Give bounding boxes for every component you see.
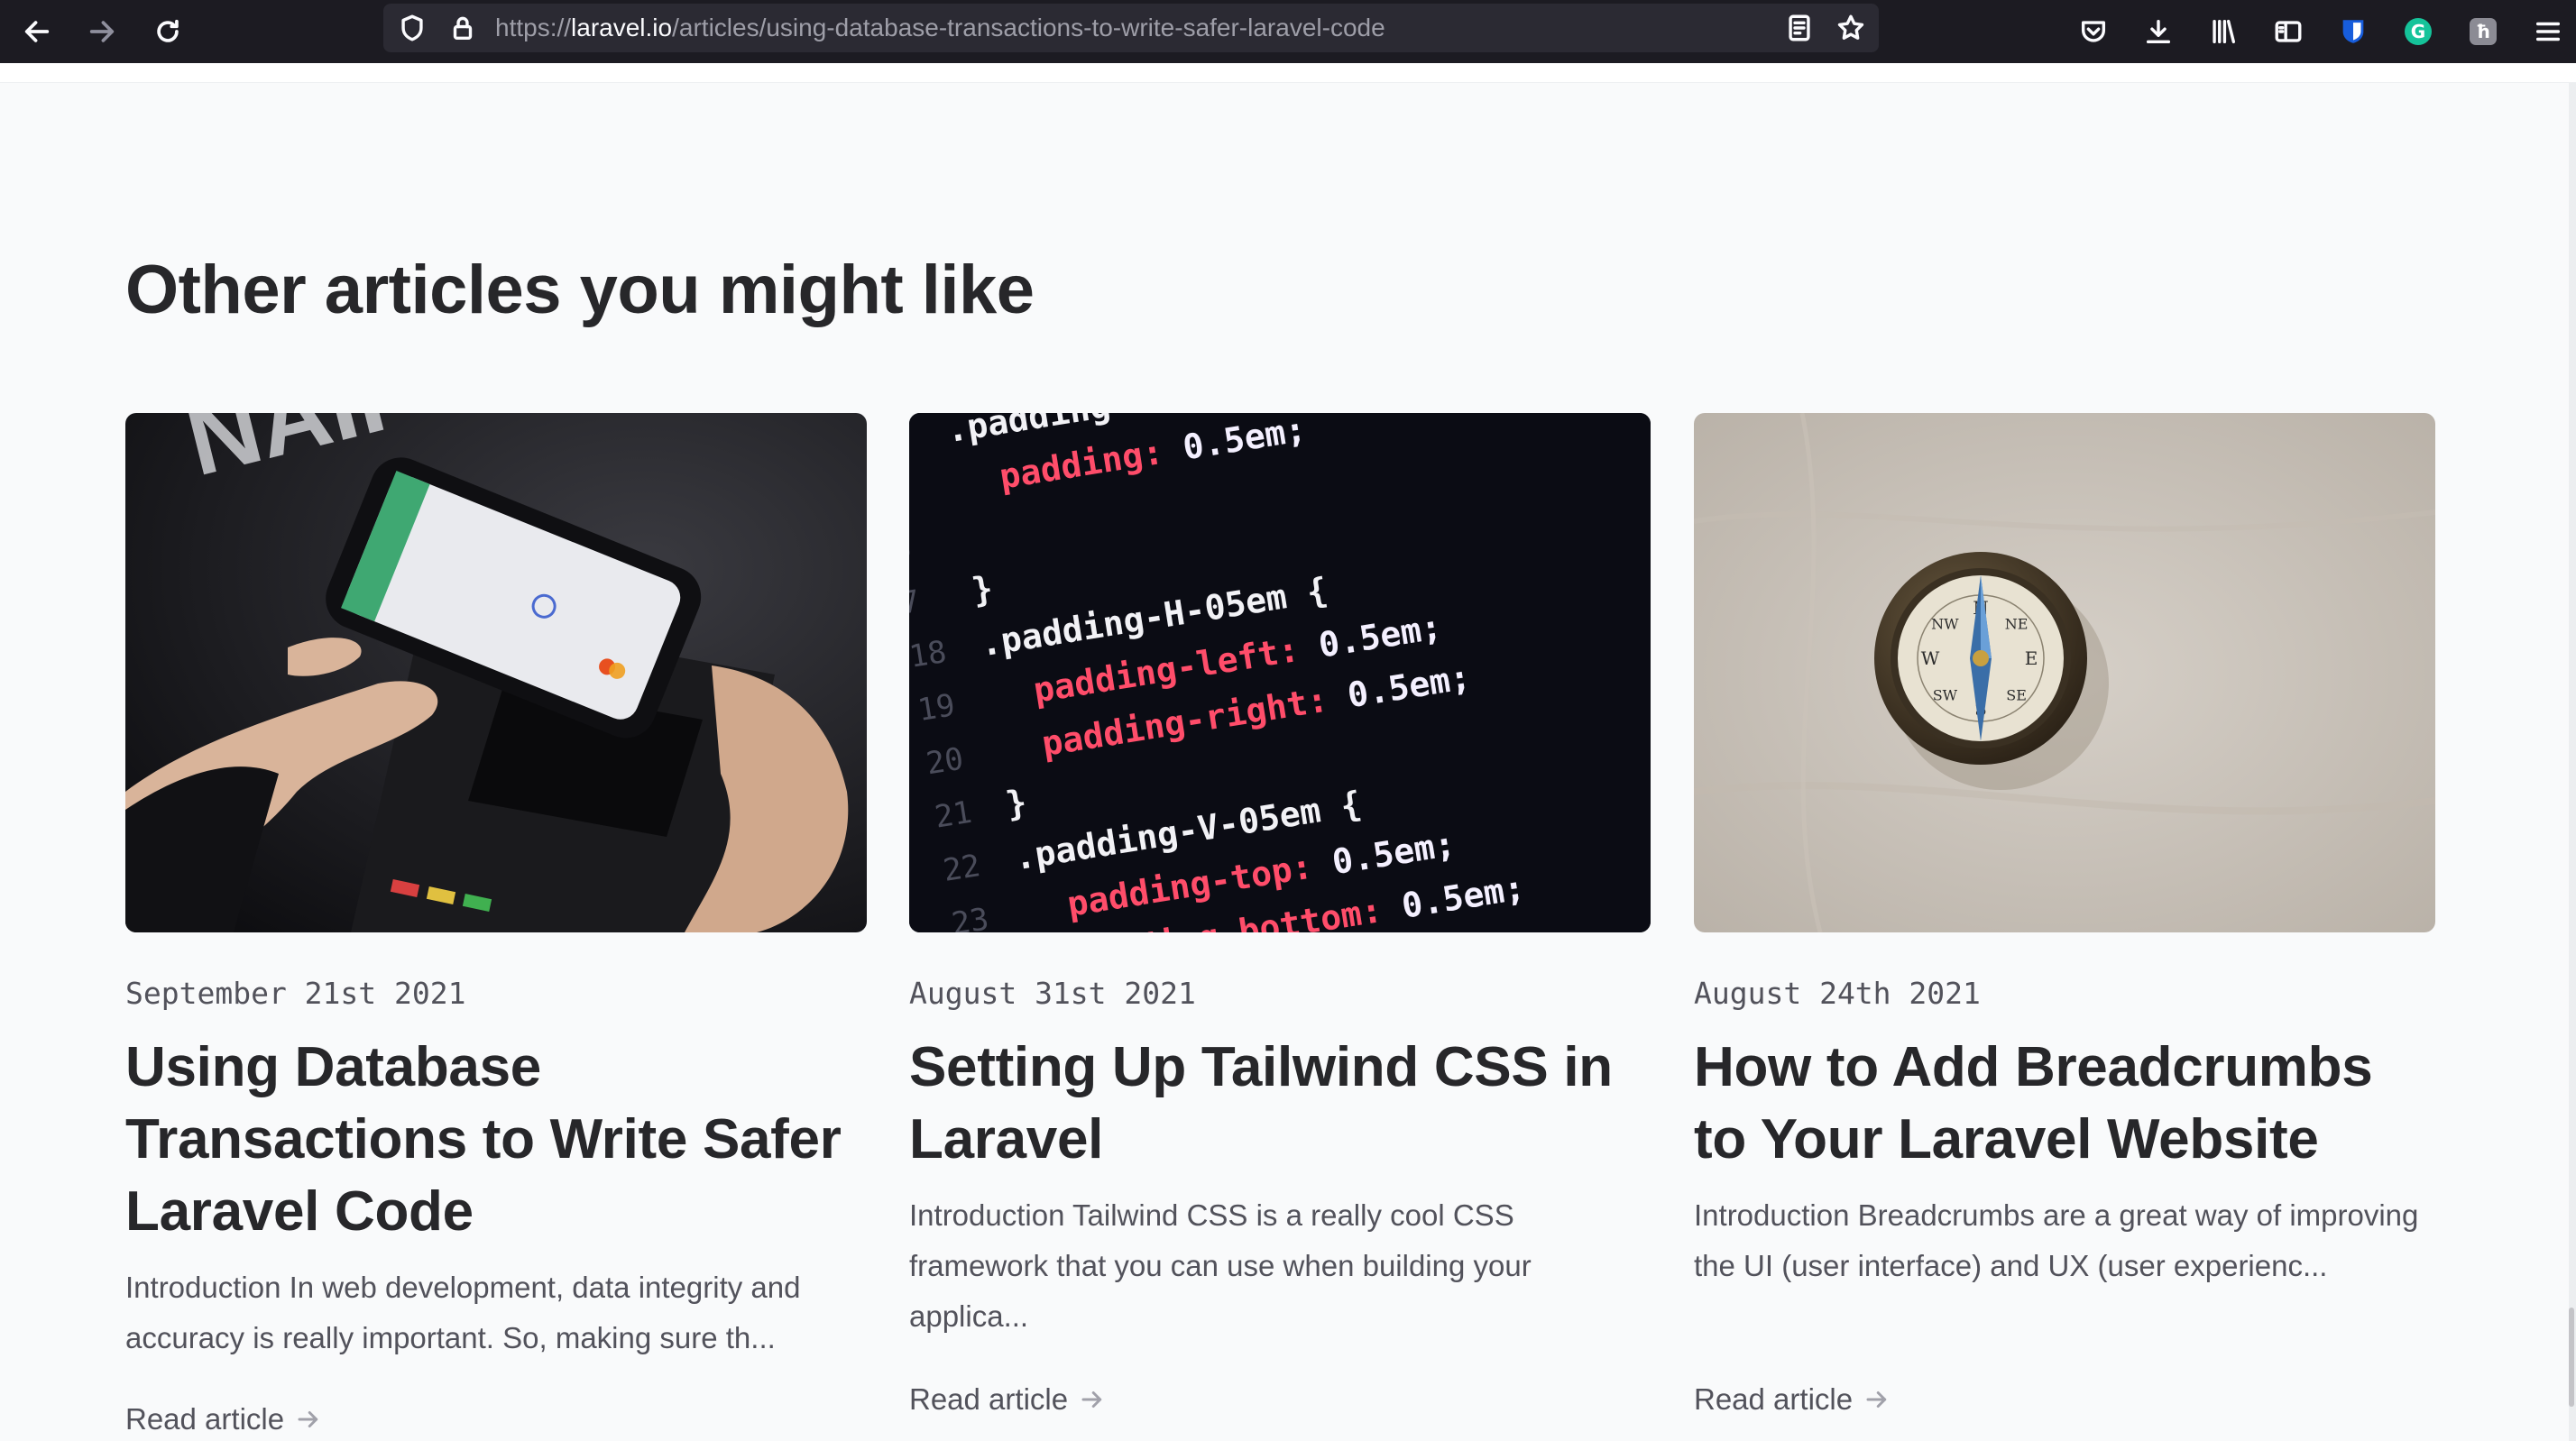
section-title: Other articles you might like	[125, 252, 1035, 328]
code-line-number: 23	[949, 901, 991, 932]
arrow-right-icon	[298, 1411, 318, 1427]
article-card[interactable]: NAIPO September 21st 2021 Using Data	[125, 413, 867, 1436]
article-thumbnail-code[interactable]: .padding-0.5em {padding: 0.5em;67}18.pad…	[909, 413, 1651, 932]
read-article-label: Read article	[125, 1402, 285, 1436]
url-path: /articles/using-database-transactions-to…	[672, 14, 1385, 41]
code-line-number: 22	[941, 848, 983, 889]
read-article-link[interactable]: Read article	[125, 1400, 322, 1439]
article-excerpt: Introduction In web development, data in…	[125, 1271, 801, 1354]
read-article-label: Read article	[1694, 1382, 1854, 1416]
arrow-right-icon	[1081, 1391, 1102, 1408]
article-thumbnail-compass[interactable]: NNEESESSWWNW	[1694, 413, 2435, 932]
contactless-payment-image: NAIPO	[125, 413, 867, 932]
scrollbar-track[interactable]	[2569, 83, 2576, 1441]
grammarly-letter: G	[2405, 18, 2432, 45]
address-bar[interactable]: https://laravel.io/articles/using-databa…	[383, 4, 1879, 52]
extension-icon[interactable]: ħ	[2462, 11, 2504, 52]
compass-letter: NE	[2005, 615, 2029, 632]
reload-icon[interactable]	[145, 9, 190, 54]
shield-icon[interactable]	[397, 13, 428, 43]
code-line-number: 18	[909, 634, 949, 675]
code-line-number: 19	[915, 687, 958, 729]
reader-view-icon[interactable]	[1784, 13, 1815, 43]
article-date: September 21st 2021	[125, 976, 466, 1011]
article-title[interactable]: Setting Up Tailwind CSS in Laravel	[909, 1032, 1651, 1176]
article-card[interactable]: .padding-0.5em {padding: 0.5em;67}18.pad…	[909, 413, 1651, 1416]
grammarly-icon[interactable]: G	[2397, 11, 2439, 52]
browser-toolbar: https://laravel.io/articles/using-databa…	[0, 0, 2576, 63]
article-thumbnail-payment[interactable]: NAIPO	[125, 413, 867, 932]
lock-icon[interactable]	[447, 13, 478, 43]
page-top-strip	[0, 63, 2576, 83]
bookmark-star-icon[interactable]	[1835, 13, 1866, 43]
article-date: August 24th 2021	[1694, 976, 1981, 1011]
article-excerpt: Introduction Breadcrumbs are a great way…	[1694, 1198, 2419, 1282]
css-code-image: .padding-0.5em {padding: 0.5em;67}18.pad…	[909, 413, 1651, 932]
compass-letter: NW	[1931, 615, 1959, 632]
bitwarden-icon[interactable]	[2332, 11, 2374, 52]
article-title[interactable]: How to Add Breadcrumbs to Your Laravel W…	[1694, 1032, 2435, 1176]
download-icon[interactable]	[2138, 11, 2179, 52]
read-article-label: Read article	[909, 1382, 1069, 1416]
url-text[interactable]: https://laravel.io/articles/using-databa…	[495, 14, 1385, 42]
compass-letter: E	[2025, 647, 2038, 669]
pocket-icon[interactable]	[2073, 11, 2114, 52]
scrollbar-thumb[interactable]	[2569, 1308, 2574, 1407]
compass-letter: SE	[2006, 687, 2027, 704]
compass-letter: SW	[1933, 687, 1958, 704]
url-host: laravel.io	[571, 14, 673, 41]
arrow-right-icon	[1866, 1391, 1887, 1408]
article-date: August 31st 2021	[909, 976, 1196, 1011]
menu-icon[interactable]	[2527, 11, 2569, 52]
back-icon[interactable]	[14, 9, 60, 54]
url-prefix: https://	[495, 14, 572, 41]
sidebar-icon[interactable]	[2268, 11, 2309, 52]
article-card[interactable]: NNEESESSWWNW August 24th 2021 How to Add…	[1694, 413, 2435, 1416]
read-article-link[interactable]: Read article	[1694, 1380, 1891, 1419]
compass-image: NNEESESSWWNW	[1694, 413, 2435, 932]
compass-letter: W	[1921, 647, 1940, 669]
article-excerpt: Introduction Tailwind CSS is a really co…	[909, 1198, 1532, 1333]
extension-letter: ħ	[2470, 18, 2497, 45]
read-article-link[interactable]: Read article	[909, 1380, 1106, 1419]
code-line-number: 21	[933, 794, 975, 836]
forward-icon[interactable]	[79, 9, 124, 54]
article-title[interactable]: Using Database Transactions to Write Saf…	[125, 1032, 867, 1248]
library-icon[interactable]	[2203, 11, 2244, 52]
code-line-number: 20	[924, 740, 966, 782]
